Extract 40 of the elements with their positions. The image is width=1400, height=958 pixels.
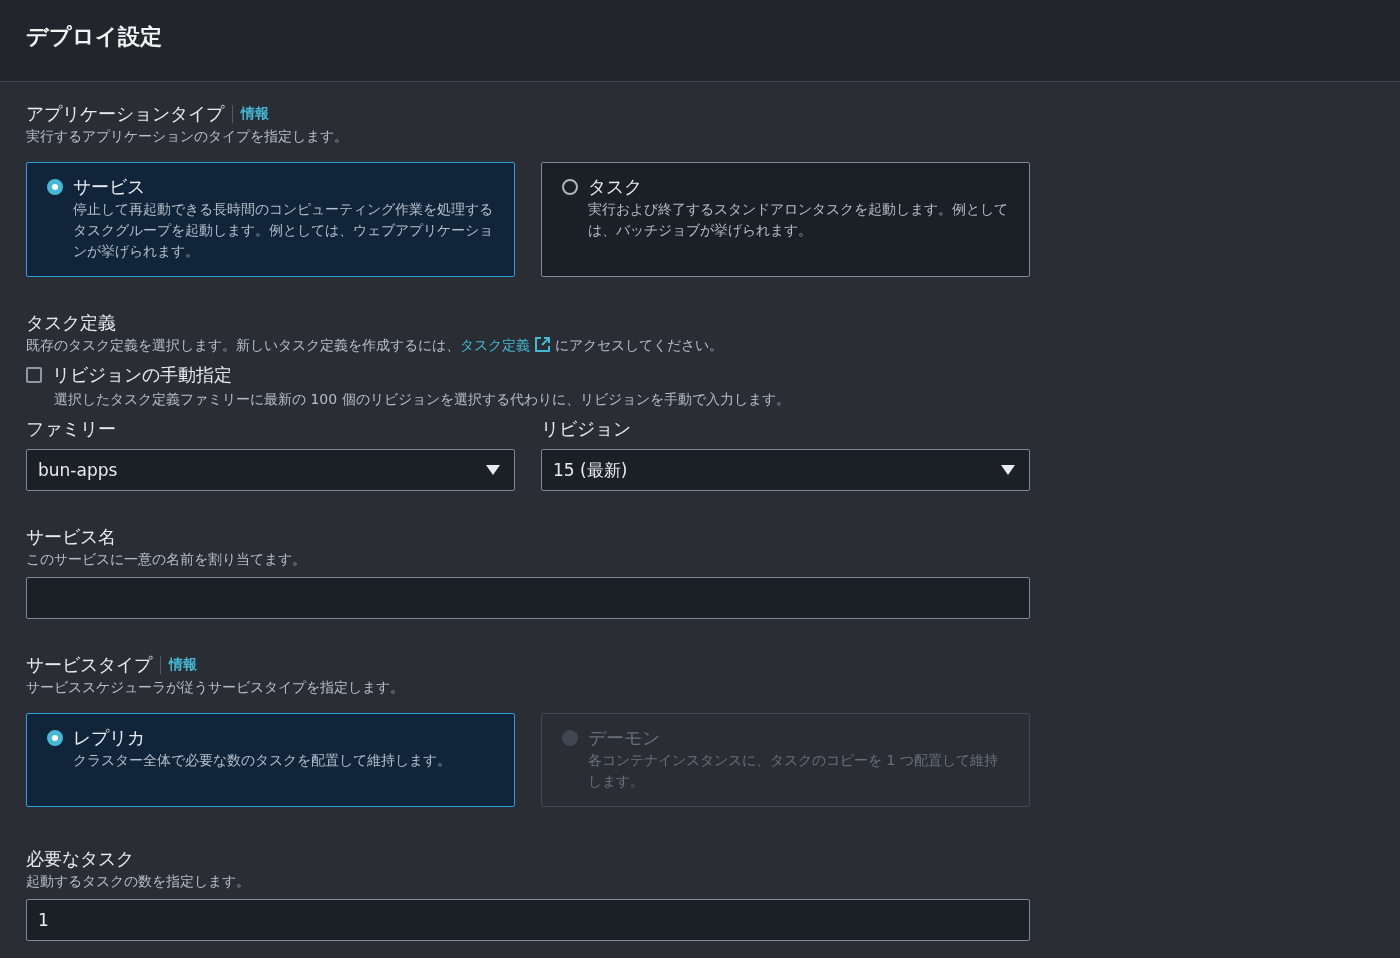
info-link[interactable]: 情報 [160, 656, 197, 674]
option-description: 実行および終了するスタンドアロンタスクを起動します。例としては、バッチジョブが挙げられます。 [588, 200, 1009, 240]
page-title: デプロイ設定 [26, 22, 162, 51]
checkbox-label: リビジョンの手動指定 [52, 363, 232, 387]
radio-card[interactable]: タスク 実行および終了するスタンドアロンタスクを起動します。例としては、バッチジョブが挙げられます。 [541, 162, 1030, 277]
option-title: デーモン [588, 726, 661, 750]
option-title: レプリカ [73, 726, 146, 750]
radio-card[interactable]: サービス 停止して再起動できる長時間のコンピューティング作業を処理するタスクグループを起動します。例としては、ウェブアプリケーションが挙げられます。 [26, 162, 515, 277]
info-link[interactable]: 情報 [232, 105, 269, 123]
option-description: 停止して再起動できる長時間のコンピューティング作業を処理するタスクグループを起動します。例としては、ウェブアプリケーションが挙げられます。 [73, 200, 494, 261]
option-description: クラスター全体で必要な数のタスクを配置して維持します。 [73, 751, 451, 770]
section-description: このサービスに一意の名前を割り当てます。 [26, 550, 307, 569]
field-label: ファミリー [26, 417, 117, 441]
section-label: タスク定義 [26, 311, 116, 335]
dropdown[interactable]: bun-apps [26, 449, 515, 491]
section-description: 起動するタスクの数を指定します。 [26, 872, 251, 891]
option-title: サービス [73, 175, 146, 199]
field-label: リビジョン [541, 417, 632, 441]
section-description: 既存のタスク定義を選択します。新しいタスク定義を作成するには、タスク定義 にアクセスしてください。 [26, 335, 724, 355]
option-description: 各コンテナインスタンスに、タスクのコピーを 1 つ配置して維持します。 [588, 751, 999, 791]
section-description: 実行するアプリケーションのタイプを指定します。 [26, 127, 349, 146]
section-label: アプリケーションタイプ [26, 102, 224, 126]
checkbox[interactable] [26, 367, 42, 383]
caret-icon [1001, 465, 1015, 475]
caret-icon [486, 465, 500, 475]
option-title: タスク [588, 175, 643, 199]
section-description: サービススケジューラが従うサービスタイプを指定します。 [26, 678, 405, 697]
radio-button[interactable] [47, 730, 63, 746]
input-field[interactable] [26, 577, 1030, 619]
radio-button[interactable] [47, 179, 63, 195]
task-definition-link[interactable]: タスク定義 [460, 337, 555, 353]
section-label: サービスタイプ [26, 653, 152, 677]
checkbox-description: 選択したタスク定義ファミリーに最新の 100 個のリビジョンを選択する代わりに、リビジョンを手動で入力します。 [54, 390, 791, 409]
section-label: 必要なタスク [26, 847, 134, 871]
section-label: サービス名 [26, 525, 116, 549]
dropdown[interactable]: 15 (最新) [541, 449, 1030, 491]
external-link-icon [534, 336, 551, 353]
radio-card[interactable]: レプリカ クラスター全体で必要な数のタスクを配置して維持します。 [26, 713, 515, 807]
input-field[interactable]: 1 [26, 899, 1030, 941]
radio-button[interactable] [562, 179, 578, 195]
